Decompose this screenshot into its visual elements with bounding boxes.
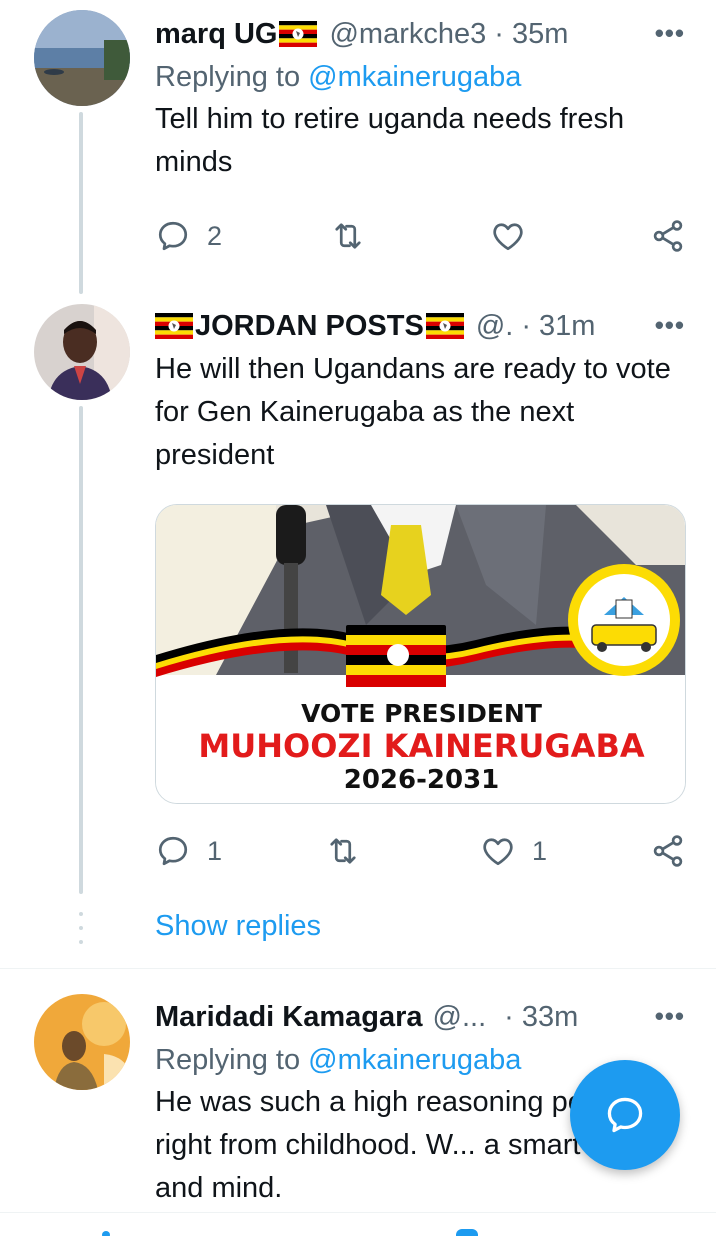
like-count: 1: [532, 835, 548, 866]
tweet-text: Tell him to retire uganda needs fresh mi…: [155, 103, 625, 178]
poster-line-3: 2026-2031: [343, 765, 500, 795]
avatar[interactable]: [34, 10, 130, 106]
heart-icon: [490, 218, 526, 254]
replying-to-link[interactable]: @mkainerugaba: [308, 61, 521, 93]
poster-line-1: VOTE PRESIDENT: [301, 699, 542, 728]
user-handle[interactable]: @.: [476, 310, 514, 343]
compose-reply-icon: [607, 1097, 643, 1133]
timestamp[interactable]: 31m: [539, 310, 595, 343]
nav-indicator-dot: [456, 1229, 478, 1236]
more-options-icon[interactable]: •••: [655, 1001, 685, 1032]
separator-dot: ·: [494, 17, 504, 50]
retweet-button[interactable]: [330, 216, 366, 256]
timestamp[interactable]: 33m: [522, 1001, 578, 1034]
thread-continuation-dots: [79, 912, 83, 948]
compose-reply-button[interactable]: [570, 1060, 680, 1170]
reply-icon: [155, 833, 191, 869]
tweet-actions: 2: [155, 216, 690, 256]
show-replies-link[interactable]: Show replies: [155, 910, 321, 943]
share-icon: [650, 833, 686, 869]
display-name[interactable]: Maridadi Kamagara: [155, 1001, 423, 1034]
tweet-header: marq UG @markche3 · 35m •••: [155, 12, 685, 56]
avatar[interactable]: [34, 994, 130, 1090]
nav-indicator-dot: [102, 1231, 110, 1236]
replying-to-link[interactable]: @mkainerugaba: [308, 1044, 521, 1076]
retweet-icon: [325, 833, 361, 869]
more-options-icon[interactable]: •••: [655, 18, 685, 49]
reply-count: 1: [207, 835, 223, 866]
bottom-navigation-bar: [0, 1212, 716, 1236]
avatar[interactable]: [34, 304, 130, 400]
display-name[interactable]: JORDAN POSTS: [195, 310, 424, 343]
tweet-text: He will then Ugandans are ready to vote …: [155, 353, 671, 471]
heart-icon: [480, 833, 516, 869]
retweet-icon: [330, 218, 366, 254]
reply-button[interactable]: 1: [155, 831, 222, 871]
like-button[interactable]: [490, 216, 526, 256]
uganda-flag-icon: [155, 313, 193, 339]
thread-line: [79, 406, 83, 894]
retweet-button[interactable]: [325, 831, 361, 871]
display-name[interactable]: marq UG: [155, 18, 277, 51]
reply-icon: [155, 218, 191, 254]
user-handle[interactable]: @...: [433, 1001, 487, 1034]
user-handle[interactable]: @markche3: [329, 18, 486, 51]
tweet-actions: 1 1: [155, 831, 690, 871]
poster-line-2: MUHOOZI KAINERUGABA: [198, 727, 645, 765]
share-button[interactable]: [650, 831, 686, 871]
tweet[interactable]: marq UG @markche3 · 35m ••• Replying to …: [0, 0, 716, 294]
tweet-media-image[interactable]: VOTE PRESIDENT MUHOOZI KAINERUGABA 2026-…: [155, 504, 686, 804]
reply-count: 2: [207, 220, 223, 251]
uganda-flag-icon: [279, 21, 317, 47]
separator-dot: ·: [504, 1000, 514, 1033]
tweet-header: Maridadi Kamagara @... · 33m •••: [155, 995, 685, 1039]
share-icon: [650, 218, 686, 254]
separator-dot: ·: [521, 309, 531, 342]
replying-to-label: Replying to: [155, 61, 309, 93]
timestamp[interactable]: 35m: [512, 18, 568, 51]
uganda-flag-icon: [426, 313, 464, 339]
replying-to-label: Replying to: [155, 1044, 309, 1076]
replying-to: Replying to @mkainerugaba: [155, 56, 685, 98]
tweet-header: JORDAN POSTS @. · 31m •••: [155, 304, 685, 348]
reply-button[interactable]: 2: [155, 216, 222, 256]
tweet[interactable]: JORDAN POSTS @. · 31m ••• He will then U…: [0, 290, 716, 910]
like-button[interactable]: 1: [480, 831, 547, 871]
thread-line: [79, 112, 83, 294]
share-button[interactable]: [650, 216, 686, 256]
more-options-icon[interactable]: •••: [655, 310, 685, 341]
